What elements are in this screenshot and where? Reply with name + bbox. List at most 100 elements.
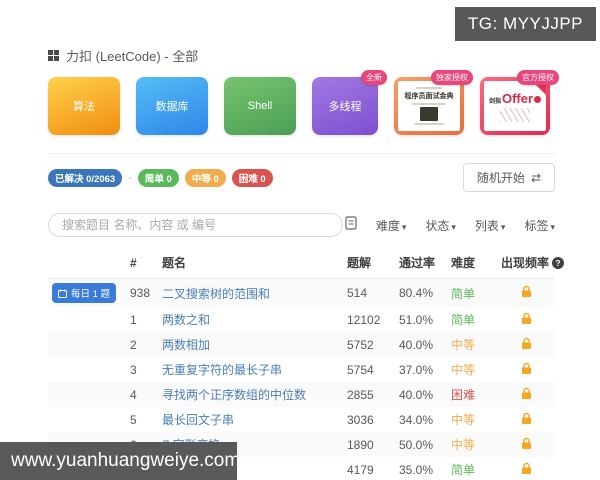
col-id: # [126,249,158,279]
acceptance-rate: 34.0% [399,412,434,427]
daily-cell [48,357,126,382]
card-concurrency[interactable]: 全新 多线程 [312,70,387,135]
filter-group: 难度 ▾ 状态 ▾ 列表 ▾ 标签 ▾ [345,215,555,235]
site-watermark: www.yuanhuangweiye.com [0,442,240,480]
exclusive-badge: 独家授权 [431,70,473,85]
problem-title-link[interactable]: 无重复字符的最长子串 [162,363,282,377]
filter-lists[interactable]: 列表 ▾ [475,217,506,234]
frequency-cell [497,307,555,332]
page: TG: MYYJJPP 力扣 (LeetCode) - 全部 算法 数据库 Sh… [0,0,600,480]
card-shell[interactable]: Shell [224,77,296,135]
chevron-down-icon: ▾ [550,221,555,232]
page-header: 力扣 (LeetCode) - 全部 [48,46,555,65]
frequency-cell [497,279,555,308]
lock-icon [521,412,531,424]
col-daily [48,249,126,279]
table-row: 2 两数相加 5752 40.0% 中等 [48,332,555,357]
solutions-count: 5752 [347,337,374,352]
difficulty-label: 简单 [451,286,476,301]
solutions-count: 514 [347,286,368,300]
problem-title-link[interactable]: 两数之和 [162,313,210,327]
solutions-count: 3036 [347,412,374,427]
book-decor-line [414,123,444,125]
acceptance-rate: 50.0% [399,437,434,452]
ctci-book-cover: 程序员面试金典 [398,81,460,131]
col-difficulty: 难度 [447,249,497,279]
problem-id: 4 [130,387,137,402]
filter-status[interactable]: 状态 ▾ [425,217,456,234]
card-algorithms-label: 算法 [73,101,95,113]
difficulty-label: 困难 [451,388,476,402]
difficulty-label: 中等 [451,338,476,352]
frequency-cell [497,432,555,457]
main-content: 力扣 (LeetCode) - 全部 算法 数据库 Shell 全新 多线程 独… [48,46,565,480]
book-decor-line [416,87,442,89]
offer-dot-decor [534,95,542,103]
new-badge: 全新 [361,70,387,85]
tg-watermark: TG: MYYJJPP [454,7,596,41]
difficulty-label: 简单 [451,313,476,327]
problem-id: 3 [130,362,137,377]
filter-difficulty[interactable]: 难度 ▾ [376,217,407,234]
offer-book-cn: 剑指 [488,98,501,105]
frequency-cell [497,407,555,432]
problem-title-link[interactable]: 寻找两个正序数组的中位数 [162,388,306,402]
lock-icon [521,337,531,349]
book-decor-line [412,103,446,105]
lock-icon [521,462,531,474]
search-input[interactable] [48,213,343,237]
problem-id: 2 [130,337,137,352]
acceptance-rate: 35.0% [399,462,434,477]
table-header-row: # 题名 题解 通过率 难度 出现频率? [48,249,565,279]
random-start-button[interactable]: 随机开始 ⇄ [462,163,555,192]
ctci-book-title: 程序员面试金典 [404,93,454,100]
acceptance-rate: 51.0% [399,312,434,327]
difficulty-label: 中等 [451,413,476,427]
separator: · [128,171,132,184]
card-shell-label: Shell [247,100,273,112]
card-database[interactable]: 数据库 [136,77,208,135]
calendar-icon [58,289,67,298]
col-title: 题名 [158,249,343,279]
card-offer-book[interactable]: 官方授权 剑指 Offer [480,70,559,135]
problem-id: 1 [130,312,137,327]
col-acceptance: 通过率 [395,249,447,279]
daily-cell [48,332,126,357]
solutions-count: 2855 [347,387,374,402]
filter-tags[interactable]: 标签 ▾ [524,217,555,234]
card-ctci-book[interactable]: 独家授权 程序员面试金典 [394,70,473,135]
daily-cell [48,407,126,432]
problem-title-link[interactable]: 两数相加 [162,338,210,352]
table-row: 1 两数之和 12102 51.0% 简单 [48,307,555,332]
table-row: 每日 1 题 938 二叉搜索树的范围和 514 80.4% 简单 [48,278,555,308]
help-icon[interactable]: ? [552,257,565,269]
problem-title-link[interactable]: 最长回文子串 [162,413,234,427]
table-row: 4 寻找两个正序数组的中位数 2855 40.0% 困难 [48,382,555,407]
difficulty-label: 中等 [451,438,476,452]
solutions-count: 4179 [347,462,374,477]
chevron-down-icon: ▾ [401,221,407,232]
offer-book-en: Offer [501,90,534,106]
list-view-icon[interactable] [345,215,357,235]
offer-book-cover: 剑指 Offer [484,81,546,131]
daily-cell: 每日 1 题 [48,279,126,308]
problem-title-link[interactable]: 二叉搜索树的范围和 [162,287,270,301]
problem-id: 938 [130,286,151,300]
hard-count-badge: 困难 0 [231,168,273,187]
solutions-count: 12102 [347,312,381,327]
chevron-down-icon: ▾ [500,221,506,232]
page-title: 力扣 (LeetCode) - 全部 [66,49,199,64]
lock-icon [521,285,531,297]
random-start-label: 随机开始 [476,171,525,185]
medium-count-badge: 中等 0 [184,168,226,187]
stats-row: 已解决 0/2063 · 简单 0 中等 0 困难 0 随机开始 ⇄ [48,163,555,192]
daily-cell [48,307,126,332]
card-algorithms[interactable]: 算法 [48,77,120,135]
acceptance-rate: 80.4% [399,286,434,300]
frequency-cell [497,357,555,382]
grid-icon [48,50,59,61]
problem-id: 5 [130,412,137,427]
daily-question-badge[interactable]: 每日 1 题 [52,283,117,303]
lock-icon [521,387,531,399]
shuffle-icon: ⇄ [530,170,541,185]
